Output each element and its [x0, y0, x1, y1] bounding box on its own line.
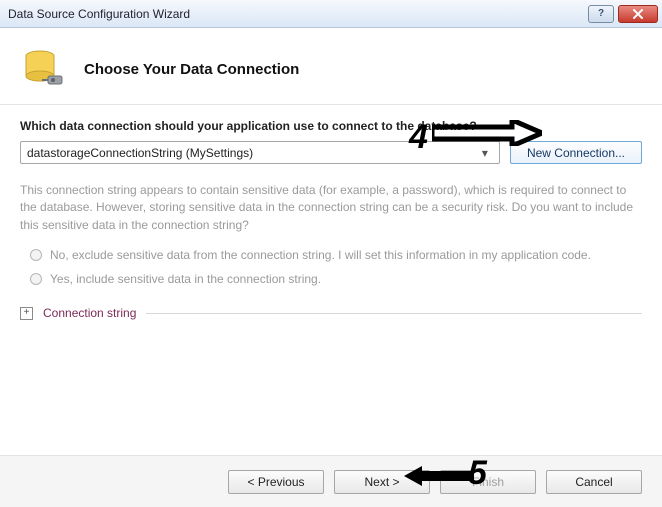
close-button[interactable] — [618, 5, 658, 23]
wizard-body: Which data connection should your applic… — [0, 105, 662, 320]
radio-icon — [30, 273, 42, 285]
connection-prompt: Which data connection should your applic… — [20, 119, 642, 133]
database-icon — [20, 46, 66, 92]
sensitive-data-radios: No, exclude sensitive data from the conn… — [20, 248, 642, 286]
wizard-footer: < Previous Next > Finish Cancel — [0, 455, 662, 507]
radio-include-sensitive: Yes, include sensitive data in the conne… — [30, 272, 642, 286]
cancel-button[interactable]: Cancel — [546, 470, 642, 494]
radio-exclude-label: No, exclude sensitive data from the conn… — [50, 248, 591, 262]
radio-include-label: Yes, include sensitive data in the conne… — [50, 272, 321, 286]
radio-exclude-sensitive: No, exclude sensitive data from the conn… — [30, 248, 642, 262]
connection-row: datastorageConnectionString (MySettings)… — [20, 141, 642, 164]
wizard-header: Choose Your Data Connection — [0, 28, 662, 105]
close-icon — [632, 9, 644, 19]
finish-button: Finish — [440, 470, 536, 494]
chevron-down-icon: ▾ — [477, 146, 493, 160]
divider — [146, 313, 642, 314]
radio-icon — [30, 249, 42, 261]
sensitive-data-info: This connection string appears to contai… — [20, 182, 642, 234]
window-title: Data Source Configuration Wizard — [8, 7, 190, 21]
new-connection-button[interactable]: New Connection... — [510, 141, 642, 164]
titlebar: Data Source Configuration Wizard ? — [0, 0, 662, 28]
expander-label: Connection string — [43, 306, 136, 320]
previous-button[interactable]: < Previous — [228, 470, 324, 494]
next-button[interactable]: Next > — [334, 470, 430, 494]
help-button[interactable]: ? — [588, 5, 614, 23]
connection-dropdown[interactable]: datastorageConnectionString (MySettings)… — [20, 141, 500, 164]
plus-icon: + — [20, 307, 33, 320]
connection-selected-value: datastorageConnectionString (MySettings) — [27, 146, 253, 160]
window-controls: ? — [588, 5, 658, 23]
wizard-heading: Choose Your Data Connection — [84, 61, 299, 78]
connection-string-expander[interactable]: + Connection string — [20, 306, 642, 320]
